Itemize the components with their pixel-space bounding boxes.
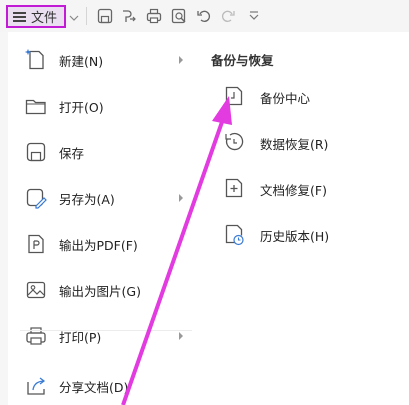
chevron-right-icon xyxy=(179,56,183,64)
submenu-item-history-version[interactable]: 历史版本(H) xyxy=(199,214,409,254)
undo-icon[interactable] xyxy=(195,7,213,25)
submenu-item-label: 数据恢复(R) xyxy=(260,137,329,152)
save-icon xyxy=(24,140,48,164)
save-icon[interactable] xyxy=(96,7,114,25)
document-repair-icon xyxy=(223,176,245,200)
menu-item-label: 分享文档(D) xyxy=(59,380,129,395)
menu-item-save[interactable]: 保存 xyxy=(8,129,199,175)
new-file-icon xyxy=(24,48,48,72)
submenu-item-data-recovery[interactable]: 数据恢复(R) xyxy=(199,122,409,162)
file-menu-button[interactable]: 文件 xyxy=(6,5,66,28)
image-icon xyxy=(24,278,48,302)
menu-item-new[interactable]: 新建(N) xyxy=(8,37,199,83)
pdf-icon xyxy=(24,232,48,256)
menu-item-label: 另存为(A) xyxy=(59,192,115,207)
document-background xyxy=(0,32,8,405)
history-version-icon xyxy=(223,222,245,246)
file-menu-label: 文件 xyxy=(31,11,58,26)
menu-item-label: 输出为PDF(F) xyxy=(59,238,138,253)
menu-item-label: 输出为图片(G) xyxy=(59,284,141,299)
data-recovery-icon xyxy=(223,130,245,154)
submenu-item-backup-center[interactable]: 备份中心 xyxy=(199,76,409,116)
print-preview-icon[interactable] xyxy=(170,7,188,25)
menu-item-label: 打开(O) xyxy=(59,100,104,115)
submenu-item-label: 历史版本(H) xyxy=(260,229,330,244)
submenu-title: 备份与恢复 xyxy=(211,53,274,68)
backup-center-icon xyxy=(223,84,245,108)
menu-item-print[interactable]: 打印(P) xyxy=(8,313,199,359)
chevron-right-icon xyxy=(179,194,183,202)
save-as-icon xyxy=(24,186,48,210)
menu-item-open[interactable]: 打开(O) xyxy=(8,83,199,129)
menu-item-share[interactable]: 分享文档(D) xyxy=(8,363,199,405)
app-window: 文件 新建(N) 打开(O) 保存 另存为(A) 输出为PDF(F) 输出为图片… xyxy=(0,0,409,405)
menu-item-export-image[interactable]: 输出为图片(G) xyxy=(8,267,199,313)
export-icon[interactable] xyxy=(120,7,138,25)
menu-item-label: 保存 xyxy=(59,146,85,161)
open-folder-icon xyxy=(24,94,48,118)
chevron-right-icon xyxy=(179,332,183,340)
submenu-item-label: 备份中心 xyxy=(260,91,311,106)
menu-item-save-as[interactable]: 另存为(A) xyxy=(8,175,199,221)
menu-icon xyxy=(13,11,26,22)
print-icon[interactable] xyxy=(145,7,163,25)
quick-access-toolbar: 文件 xyxy=(0,0,409,32)
more-dropdown-icon[interactable] xyxy=(245,7,263,25)
submenu-item-document-repair[interactable]: 文档修复(F) xyxy=(199,168,409,208)
menu-item-label: 新建(N) xyxy=(59,54,104,69)
redo-icon[interactable] xyxy=(219,7,237,25)
submenu-item-label: 文档修复(F) xyxy=(260,183,327,198)
print-icon xyxy=(24,324,48,348)
file-menu: 新建(N) 打开(O) 保存 另存为(A) 输出为PDF(F) 输出为图片(G)… xyxy=(8,32,199,405)
toolbar-divider xyxy=(86,7,87,25)
menu-divider xyxy=(20,330,192,331)
backup-recovery-submenu: 备份与恢复 备份中心 数据恢复(R) 文档修复(F) 历史版本(H) xyxy=(199,32,409,405)
chevron-down-icon[interactable] xyxy=(68,9,80,21)
share-icon xyxy=(24,374,48,398)
menu-item-export-pdf[interactable]: 输出为PDF(F) xyxy=(8,221,199,267)
